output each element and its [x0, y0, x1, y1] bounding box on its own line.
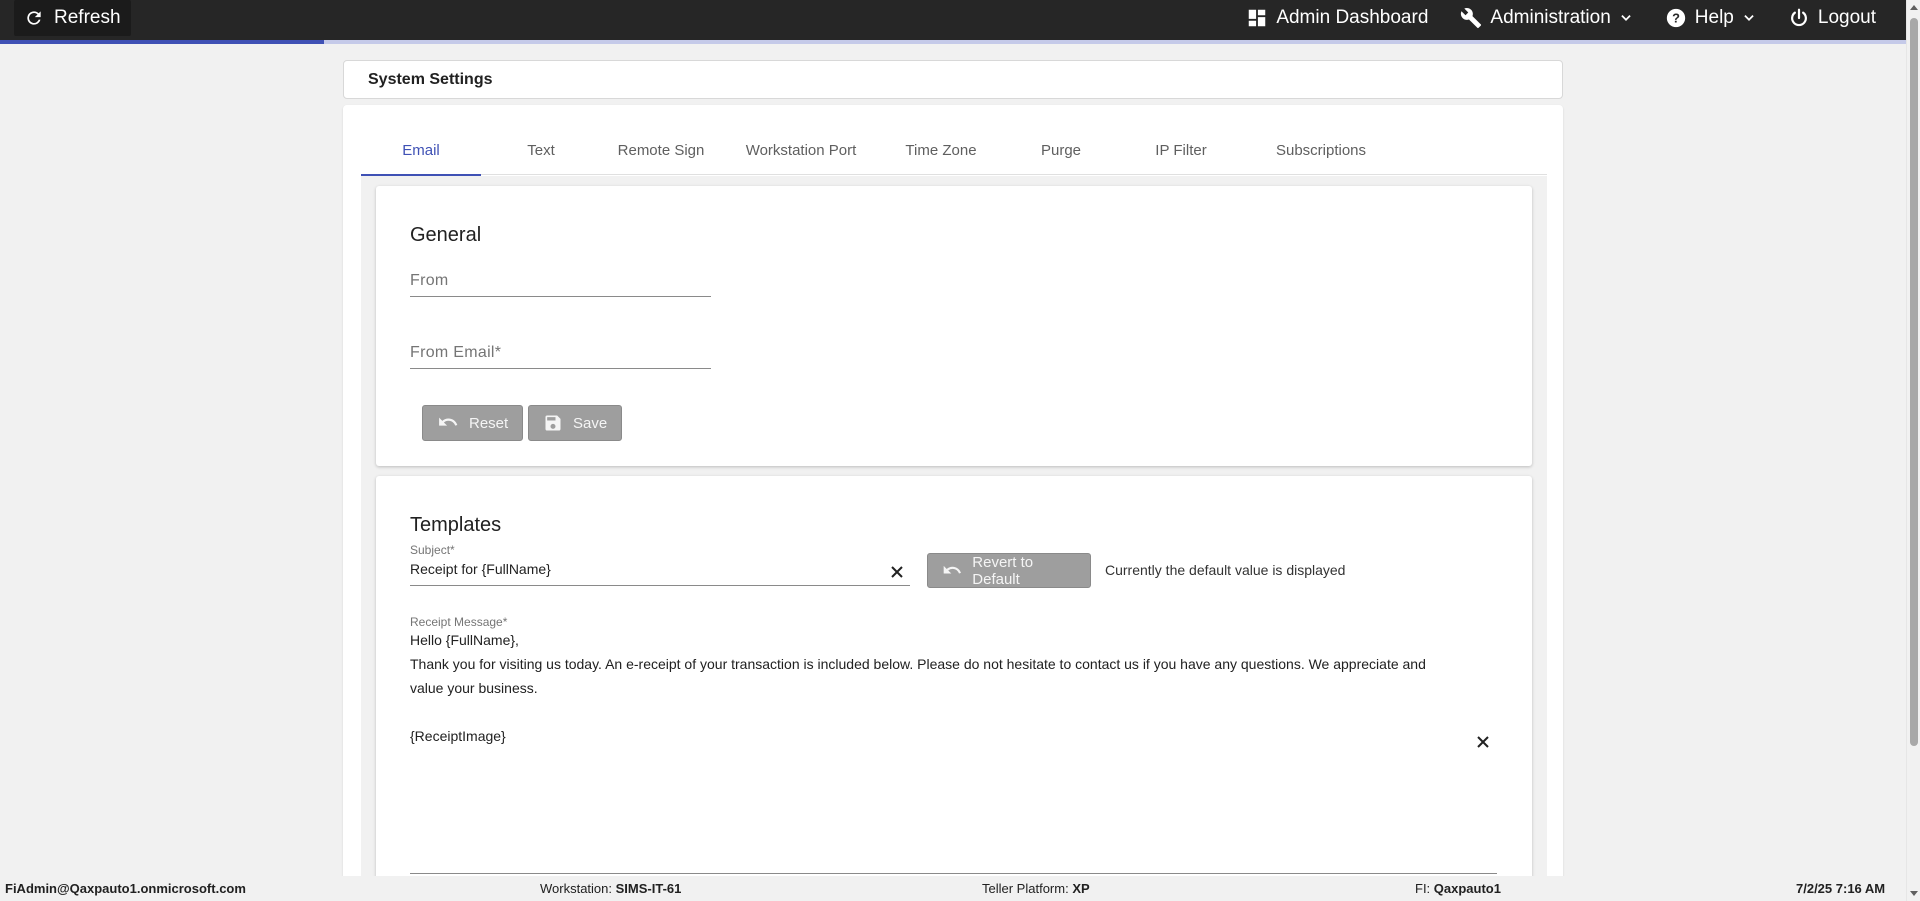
- default-value-note: Currently the default value is displayed: [1105, 562, 1346, 578]
- tab-time-zone[interactable]: Time Zone: [881, 125, 1001, 175]
- save-button[interactable]: Save: [528, 405, 623, 441]
- scroll-up-icon[interactable]: [1910, 5, 1918, 10]
- general-section: General From From Email* Reset Save: [376, 186, 1532, 466]
- refresh-button[interactable]: Refresh: [14, 0, 131, 36]
- tab-ip-filter[interactable]: IP Filter: [1121, 125, 1241, 175]
- teller-value: XP: [1072, 881, 1090, 896]
- admin-dashboard-label: Admin Dashboard: [1276, 7, 1429, 28]
- help-menu[interactable]: ? Help: [1665, 7, 1756, 29]
- administration-label: Administration: [1490, 7, 1611, 28]
- general-title: General: [410, 224, 482, 246]
- tab-subscriptions[interactable]: Subscriptions: [1241, 125, 1401, 175]
- workstation-value: SIMS-IT-61: [615, 881, 682, 896]
- chevron-down-icon: [1621, 15, 1631, 21]
- close-icon[interactable]: [1476, 735, 1490, 749]
- page-title: System Settings: [368, 70, 493, 88]
- refresh-label: Refresh: [54, 7, 121, 28]
- page-scrollbar[interactable]: [1906, 0, 1920, 901]
- status-footer: FiAdmin@Qaxpauto1.onmicrosoft.com Workst…: [0, 876, 1906, 901]
- top-bar: Refresh Admin Dashboard Administration ?…: [0, 0, 1906, 40]
- subject-input[interactable]: Receipt for {FullName}: [410, 559, 910, 586]
- workstation-label: Workstation:: [540, 881, 613, 896]
- subject-value: Receipt for {FullName}: [410, 561, 551, 577]
- message-line: [410, 700, 1460, 724]
- close-icon[interactable]: [890, 565, 904, 579]
- scroll-thumb[interactable]: [1910, 18, 1918, 746]
- from-email-field[interactable]: From Email*: [410, 344, 711, 369]
- email-tab-panel: General From From Email* Reset Save Temp…: [361, 176, 1547, 901]
- help-label: Help: [1694, 7, 1734, 28]
- footer-workstation: Workstation: SIMS-IT-61: [540, 881, 681, 896]
- save-icon: [545, 415, 561, 431]
- dashboard-icon: [1249, 9, 1266, 27]
- revert-label: Revert to Default: [972, 553, 1034, 588]
- templates-section: Templates Subject* Receipt for {FullName…: [376, 476, 1532, 896]
- undo-icon: [943, 565, 961, 574]
- message-line: Thank you for visiting us today. An e-re…: [410, 656, 1426, 696]
- logout-button[interactable]: Logout: [1788, 7, 1876, 29]
- tab-text[interactable]: Text: [481, 125, 601, 175]
- undo-icon: [439, 417, 458, 426]
- from-field[interactable]: From: [410, 272, 711, 297]
- revert-to-default-button[interactable]: Revert to Default: [927, 553, 1091, 588]
- settings-card: Email Text Remote Sign Workstation Port …: [343, 105, 1563, 901]
- svg-text:?: ?: [1672, 11, 1680, 26]
- save-label: Save: [573, 414, 608, 432]
- footer-fi: FI: Qaxpauto1: [1415, 881, 1501, 896]
- message-line: Hello {FullName},: [410, 632, 519, 648]
- scroll-down-icon[interactable]: [1910, 891, 1918, 896]
- page-title-card: System Settings: [343, 60, 1563, 99]
- tab-remote-sign[interactable]: Remote Sign: [601, 125, 721, 175]
- teller-label: Teller Platform:: [982, 881, 1069, 896]
- reset-button[interactable]: Reset: [422, 405, 524, 441]
- tab-purge[interactable]: Purge: [1001, 125, 1121, 175]
- fi-value: Qaxpauto1: [1433, 881, 1501, 896]
- loading-progress-fill: [0, 40, 325, 44]
- tab-workstation-port[interactable]: Workstation Port: [721, 125, 881, 175]
- admin-dashboard-link[interactable]: Admin Dashboard: [1246, 7, 1428, 29]
- tab-email[interactable]: Email: [361, 125, 481, 176]
- help-icon: ?: [1666, 8, 1685, 28]
- power-icon: [1790, 8, 1807, 27]
- fi-label: FI:: [1415, 881, 1431, 896]
- templates-title: Templates: [410, 514, 502, 536]
- top-nav: Admin Dashboard Administration ? Help Lo…: [1246, 0, 1876, 36]
- receipt-message-label: Receipt Message*: [410, 615, 508, 629]
- footer-datetime: 7/2/25 7:16 AM: [1796, 881, 1886, 896]
- settings-tabs: Email Text Remote Sign Workstation Port …: [361, 125, 1547, 176]
- message-line: {ReceiptImage}: [410, 728, 506, 744]
- administration-menu[interactable]: Administration: [1460, 7, 1632, 29]
- reset-label: Reset: [469, 414, 509, 432]
- subject-label: Subject*: [410, 543, 455, 557]
- footer-user: FiAdmin@Qaxpauto1.onmicrosoft.com: [5, 881, 246, 896]
- loading-progress-bar: [0, 40, 1906, 44]
- chevron-down-icon: [1744, 15, 1754, 21]
- refresh-icon: [27, 11, 41, 25]
- message-underline: [410, 873, 1497, 874]
- footer-teller-platform: Teller Platform: XP: [982, 881, 1090, 896]
- logout-label: Logout: [1817, 7, 1876, 28]
- wrench-icon: [1461, 8, 1482, 29]
- receipt-message-input[interactable]: Hello {FullName}, Thank you for visiting…: [410, 628, 1460, 748]
